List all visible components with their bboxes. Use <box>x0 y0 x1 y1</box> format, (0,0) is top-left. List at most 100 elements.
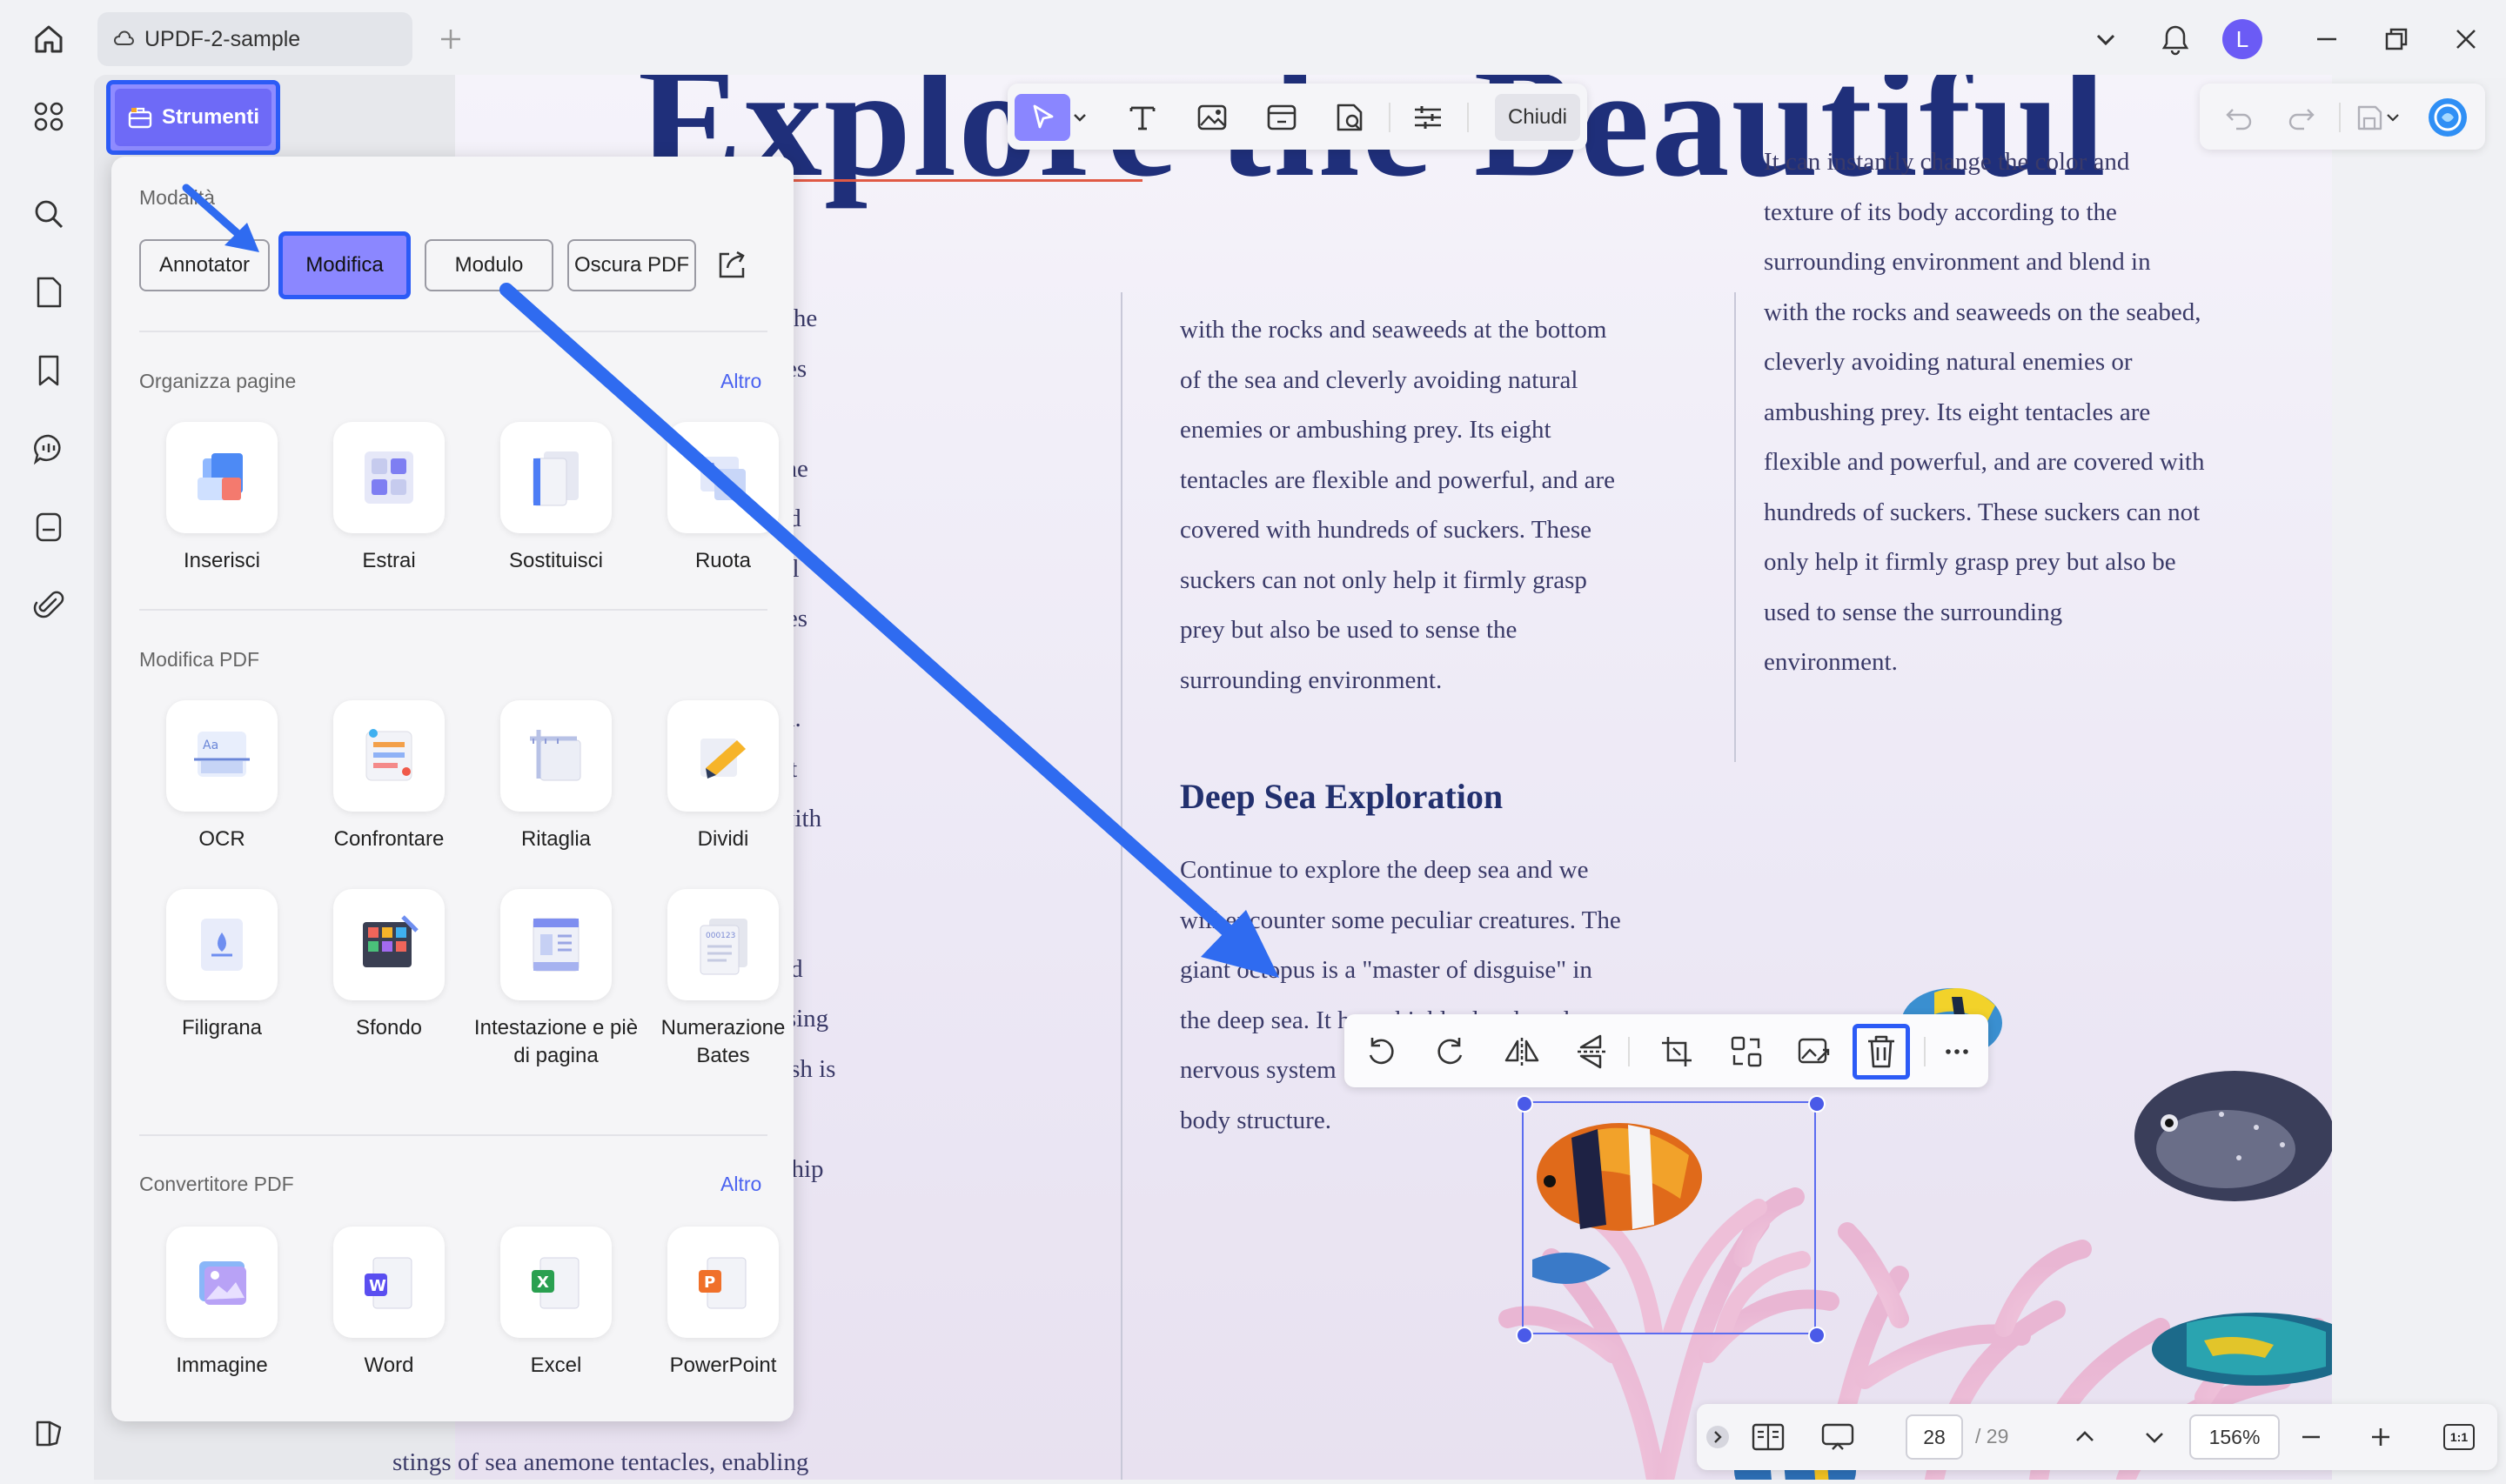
mode-modifica-button[interactable]: Modifica <box>278 231 411 299</box>
attachment-icon[interactable] <box>24 581 73 630</box>
sidebar-toggle-icon[interactable] <box>24 1409 73 1458</box>
comments-icon[interactable] <box>24 424 73 473</box>
chevron-down-icon[interactable] <box>2081 15 2130 64</box>
new-tab-plus-icon[interactable] <box>426 15 475 64</box>
resize-handle-bottom-left[interactable] <box>1516 1327 1533 1344</box>
ai-assistant-icon[interactable] <box>2424 94 2471 141</box>
resize-handle-top-right[interactable] <box>1808 1095 1826 1113</box>
zoom-in-icon[interactable] <box>2356 1413 2405 1461</box>
flip-vertical-icon[interactable] <box>1567 1027 1616 1076</box>
resize-handle-top-left[interactable] <box>1516 1095 1533 1113</box>
document-tab[interactable]: UPDF-2-sample <box>97 12 412 66</box>
section-title[interactable]: Deep Sea Exploration <box>1180 776 1503 817</box>
svg-text:000123: 000123 <box>706 932 735 940</box>
user-avatar[interactable]: L <box>2222 19 2262 59</box>
tool-ruota[interactable]: A Ruota <box>640 422 806 575</box>
select-tool-icon[interactable] <box>1015 94 1070 141</box>
tool-ocr[interactable]: Aa OCR <box>139 700 305 853</box>
text-column-2[interactable]: with the rocks and seaweeds at the botto… <box>1180 305 1719 705</box>
tool-label: Word <box>364 1354 414 1377</box>
section-converter-more-link[interactable]: Altro <box>720 1173 761 1196</box>
panel-divider <box>139 331 767 332</box>
tool-label: Sfondo <box>355 1016 423 1039</box>
properties-sliders-icon[interactable] <box>1404 94 1451 141</box>
replace-pages-icon <box>500 422 612 533</box>
tool-label: Estrai <box>362 549 416 572</box>
presentation-icon[interactable] <box>1813 1413 1862 1461</box>
selected-image[interactable] <box>1516 1095 1826 1344</box>
replace-image-icon[interactable] <box>1722 1027 1771 1076</box>
svg-text:W: W <box>369 1277 386 1295</box>
open-external-icon[interactable] <box>715 249 750 284</box>
mode-modulo-button[interactable]: Modulo <box>425 239 553 291</box>
tool-inserisci[interactable]: Inserisci <box>139 422 305 575</box>
text-line: hundreds of suckers. These suckers can n… <box>1764 498 2201 526</box>
add-image-icon[interactable] <box>1189 94 1236 141</box>
tool-sostituisci[interactable]: Sostituisci <box>473 422 639 575</box>
home-icon[interactable] <box>24 15 73 64</box>
previous-page-icon[interactable] <box>2060 1413 2109 1461</box>
add-text-icon[interactable] <box>1119 94 1166 141</box>
next-page-icon[interactable] <box>2130 1413 2179 1461</box>
crop-icon[interactable] <box>1652 1027 1701 1076</box>
save-dropdown-icon[interactable] <box>2381 94 2405 141</box>
expand-bar-icon[interactable] <box>1700 1413 1735 1461</box>
clownfish-image <box>1532 1123 1811 1333</box>
flip-horizontal-icon[interactable] <box>1498 1027 1546 1076</box>
rotate-left-icon[interactable] <box>1357 1027 1405 1076</box>
page-thumbnails-icon[interactable] <box>24 268 73 317</box>
text-line: only help it firmly grasp prey but also … <box>1764 548 2176 576</box>
tool-confrontare[interactable]: Confrontare <box>306 700 472 853</box>
tool-label: Sostituisci <box>508 549 604 572</box>
edit-object-icon[interactable] <box>1326 94 1373 141</box>
convert-word-icon: W <box>333 1227 445 1338</box>
zoom-out-icon[interactable] <box>2287 1413 2335 1461</box>
mode-annotator-button[interactable]: Annotator <box>139 239 270 291</box>
extract-image-icon[interactable] <box>1790 1027 1839 1076</box>
text-line: tentacles are flexible and powerful, and… <box>1180 465 1615 494</box>
tool-excel[interactable]: X Excel <box>473 1227 639 1380</box>
tool-estrai[interactable]: Estrai <box>306 422 472 575</box>
reading-mode-icon[interactable] <box>1744 1413 1792 1461</box>
zoom-level-dropdown[interactable]: 156% <box>2189 1414 2280 1460</box>
resize-handle-bottom-right[interactable] <box>1808 1327 1826 1344</box>
restore-window-icon[interactable] <box>2372 15 2421 64</box>
tool-sfondo[interactable]: Sfondo <box>306 889 472 1042</box>
minimize-icon[interactable] <box>2302 15 2351 64</box>
redo-icon[interactable] <box>2278 94 2325 141</box>
close-edit-button[interactable]: Chiudi <box>1495 94 1580 141</box>
rotate-pages-icon: A <box>667 422 779 533</box>
section-organize-more-link[interactable]: Altro <box>720 370 761 393</box>
current-page-input[interactable]: 28 <box>1906 1414 1963 1460</box>
more-options-icon[interactable] <box>1933 1027 1981 1076</box>
tool-powerpoint[interactable]: P PowerPoint <box>640 1227 806 1380</box>
tool-filigrana[interactable]: Filigrana <box>139 889 305 1042</box>
text-line: of the sea and cleverly avoiding natural <box>1180 365 1578 394</box>
tool-ritaglia[interactable]: Ritaglia <box>473 700 639 853</box>
tool-intestazione[interactable]: Intestazione e piè di pagina <box>473 889 639 1070</box>
select-tool-dropdown-icon[interactable] <box>1067 94 1093 141</box>
tool-immagine[interactable]: Immagine <box>139 1227 305 1380</box>
text-column-3[interactable]: It can instantly change the color and tex… <box>1764 137 2303 688</box>
rotate-right-icon[interactable] <box>1426 1027 1475 1076</box>
storage-icon[interactable] <box>24 503 73 551</box>
search-icon[interactable] <box>24 190 73 238</box>
undo-icon[interactable] <box>2215 94 2262 141</box>
text-line: enemies or ambushing prey. Its eight <box>1180 416 1551 444</box>
tools-panel: Modalità Annotator Modifica Modulo Oscur… <box>111 157 794 1421</box>
bookmark-icon[interactable] <box>24 346 73 395</box>
delete-image-button[interactable] <box>1853 1024 1910 1080</box>
tool-label: OCR <box>198 827 245 851</box>
apps-grid-icon[interactable] <box>24 92 73 141</box>
bell-icon[interactable] <box>2151 15 2200 64</box>
mode-oscura-pdf-button[interactable]: Oscura PDF <box>567 239 696 291</box>
close-window-icon[interactable] <box>2442 15 2490 64</box>
tool-label: Filigrana <box>181 1016 263 1039</box>
tool-dividi[interactable]: Dividi <box>640 700 806 853</box>
header-footer-icon <box>500 889 612 1000</box>
actual-size-button[interactable]: 1:1 <box>2435 1413 2483 1461</box>
add-link-icon[interactable] <box>1258 94 1305 141</box>
tool-numerazione-bates[interactable]: 000123 Numerazione Bates <box>640 889 806 1070</box>
tools-button[interactable]: Strumenti <box>106 80 280 155</box>
tool-word[interactable]: W Word <box>306 1227 472 1380</box>
